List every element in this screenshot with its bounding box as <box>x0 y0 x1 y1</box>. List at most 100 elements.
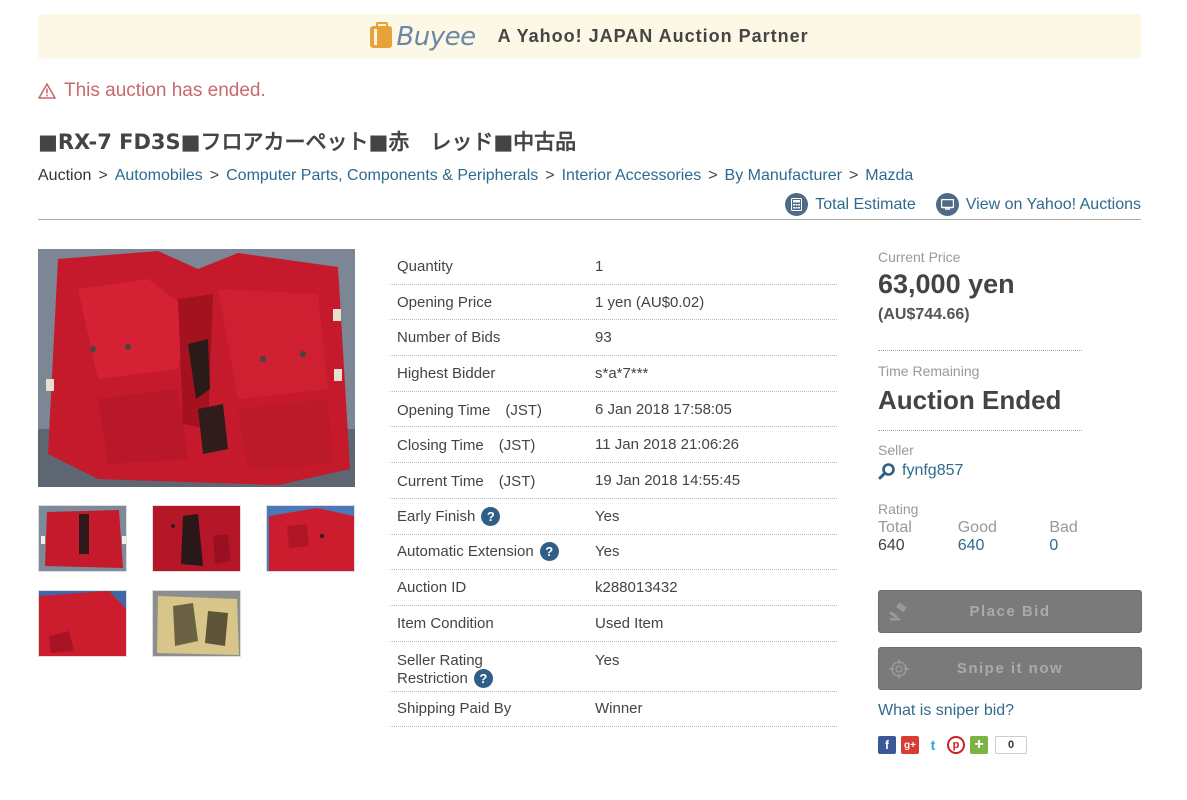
detail-value: 1 <box>595 257 604 275</box>
sidebar-divider <box>878 430 1082 431</box>
detail-label: Opening Price <box>397 293 493 311</box>
facebook-icon[interactable]: f <box>878 736 896 754</box>
rating-grid: Total 640 Good 640 Bad 0 <box>878 519 1141 555</box>
total-estimate-link[interactable]: Total Estimate <box>785 193 916 216</box>
sniper-bid-help-link[interactable]: What is sniper bid? <box>878 702 1014 719</box>
current-price: 63,000 yen <box>878 269 1015 299</box>
logo-text: Buyee <box>396 21 476 52</box>
banner-tagline: A Yahoo! JAPAN Auction Partner <box>497 26 809 46</box>
detail-value: Yes <box>595 543 620 561</box>
detail-label: Number of Bids <box>397 329 501 347</box>
detail-label: Auction ID <box>397 579 467 597</box>
breadcrumb-separator: > <box>545 167 555 184</box>
help-icon[interactable]: ? <box>539 542 559 562</box>
table-row: Auction ID k288013432 <box>390 570 837 606</box>
detail-value: 93 <box>595 329 612 347</box>
shopping-bag-icon <box>370 21 393 48</box>
detail-label: Automatic Extension <box>397 543 534 561</box>
header-divider <box>38 219 1141 220</box>
detail-label: Closing Time (JST) <box>397 437 536 455</box>
table-row: Opening Price 1 yen (AU$0.02) <box>390 285 837 321</box>
table-row: Current Time (JST) 19 Jan 2018 14:55:45 <box>390 463 837 499</box>
detail-value: Winner <box>595 700 643 718</box>
time-remaining-value: Auction Ended <box>878 385 1062 415</box>
breadcrumb-by-manufacturer[interactable]: By Manufacturer <box>725 167 842 185</box>
item-title: ■RX-7 FD3S■フロアカーペット■赤 レッド■中古品 <box>38 130 577 154</box>
main-product-image[interactable] <box>38 249 355 487</box>
thumbnail-5[interactable] <box>152 590 241 657</box>
time-remaining-label: Time Remaining <box>878 363 980 379</box>
detail-value: 11 Jan 2018 21:06:26 <box>595 436 740 454</box>
table-row: Early Finish ? Yes <box>390 499 837 535</box>
view-yahoo-link[interactable]: View on Yahoo! Auctions <box>935 193 1141 216</box>
table-row: Item Condition Used Item <box>390 606 837 642</box>
detail-value: Yes <box>595 507 620 525</box>
gavel-icon <box>889 602 907 621</box>
view-yahoo-label: View on Yahoo! Auctions <box>965 195 1141 213</box>
table-row: Number of Bids 93 <box>390 320 837 357</box>
breadcrumb-computer-parts[interactable]: Computer Parts, Components & Peripherals <box>226 167 538 185</box>
calculator-icon <box>785 193 809 216</box>
warning-icon <box>38 83 56 99</box>
bid-sidebar: Current Price 63,000 yen (AU$744.66) Tim… <box>878 249 1142 754</box>
seller-link[interactable]: fynfg857 <box>878 462 1141 480</box>
detail-value: s*a*7*** <box>595 364 649 382</box>
current-price-label: Current Price <box>878 249 961 265</box>
help-icon[interactable]: ? <box>473 668 493 688</box>
table-row: Quantity 1 <box>390 249 837 285</box>
snipe-button[interactable]: Snipe it now <box>878 647 1142 690</box>
total-estimate-label: Total Estimate <box>815 195 916 213</box>
detail-label: Current Time (JST) <box>397 472 536 490</box>
detail-label-line1: Seller Rating <box>397 651 483 669</box>
crosshair-icon <box>889 659 909 679</box>
detail-label: Quantity <box>397 257 453 275</box>
breadcrumb-mazda[interactable]: Mazda <box>865 167 913 185</box>
thumbnail-3[interactable] <box>266 505 355 572</box>
breadcrumb: Auction > Automobiles > Computer Parts, … <box>38 167 913 185</box>
table-row: Opening Time (JST) 6 Jan 2018 17:58:05 <box>390 392 837 428</box>
breadcrumb-separator: > <box>708 167 718 184</box>
rating-label: Rating <box>878 501 919 517</box>
alert-text: This auction has ended. <box>64 80 266 101</box>
rating-good-label: Good <box>957 519 997 536</box>
auction-details-table: Quantity 1 Opening Price 1 yen (AU$0.02)… <box>390 249 837 728</box>
add-share-icon[interactable]: + <box>970 736 988 754</box>
twitter-icon[interactable]: t <box>924 736 942 754</box>
partner-banner: Buyee A Yahoo! JAPAN Auction Partner <box>38 14 1141 59</box>
rating-bad-value[interactable]: 0 <box>1049 537 1141 555</box>
auction-ended-alert: This auction has ended. <box>38 80 266 102</box>
rating-bad-label: Bad <box>1049 519 1078 536</box>
search-icon <box>878 463 895 480</box>
breadcrumb-separator: > <box>98 167 108 184</box>
breadcrumb-separator: > <box>848 167 859 184</box>
rating-total-value: 640 <box>878 537 905 554</box>
detail-label: Early Finish <box>397 507 476 525</box>
detail-value: 1 yen (AU$0.02) <box>595 293 705 311</box>
current-price-aud: (AU$744.66) <box>878 306 970 323</box>
pinterest-icon[interactable]: p <box>947 736 965 754</box>
thumbnail-2[interactable] <box>152 505 241 572</box>
place-bid-label: Place Bid <box>969 603 1051 620</box>
help-icon[interactable]: ? <box>481 506 501 526</box>
thumbnail-4[interactable] <box>38 590 127 657</box>
detail-value: 6 Jan 2018 17:58:05 <box>595 400 732 418</box>
buyee-logo[interactable]: Buyee <box>370 21 476 52</box>
share-bar: f g+ t p + 0 <box>878 736 1141 754</box>
thumbnail-1[interactable] <box>38 505 127 572</box>
table-row: Shipping Paid By Winner <box>390 692 837 728</box>
rating-good-value[interactable]: 640 <box>958 537 1050 555</box>
detail-label: Opening Time (JST) <box>397 401 543 419</box>
breadcrumb-root: Auction <box>38 167 92 184</box>
snipe-label: Snipe it now <box>956 660 1064 677</box>
google-plus-icon[interactable]: g+ <box>901 736 919 754</box>
detail-label: Shipping Paid By <box>397 700 512 718</box>
breadcrumb-interior-accessories[interactable]: Interior Accessories <box>562 167 702 185</box>
monitor-icon <box>935 193 959 216</box>
breadcrumb-automobiles[interactable]: Automobiles <box>115 167 203 185</box>
table-row: Closing Time (JST) 11 Jan 2018 21:06:26 <box>390 427 837 464</box>
detail-label: Highest Bidder <box>397 364 496 382</box>
place-bid-button[interactable]: Place Bid <box>878 590 1142 633</box>
table-row: Seller Rating Restriction ? Yes <box>390 642 837 692</box>
seller-label: Seller <box>878 442 914 458</box>
seller-name: fynfg857 <box>902 462 964 479</box>
